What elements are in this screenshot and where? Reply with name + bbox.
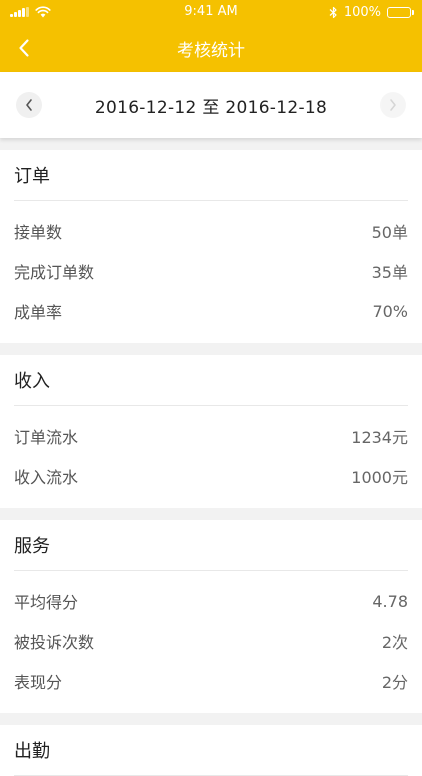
- income-section: 收入 订单流水 1234元 收入流水 1000元: [0, 355, 422, 508]
- stat-label: 表现分: [14, 673, 63, 692]
- stat-row: 平均得分 4.78: [14, 581, 408, 621]
- stat-value: 1234元: [351, 428, 408, 447]
- stat-value: 1000元: [351, 468, 408, 487]
- chevron-right-icon: [390, 99, 396, 111]
- stat-label: 订单流水: [14, 428, 79, 447]
- back-button[interactable]: [12, 36, 36, 60]
- previous-week-button[interactable]: [16, 92, 42, 118]
- stat-label: 完成订单数: [14, 263, 95, 282]
- navigation-bar: 考核统计: [0, 24, 422, 72]
- attendance-section: 出勤: [0, 725, 422, 776]
- stat-row: 完成订单数 35单: [14, 251, 408, 291]
- stat-value: 2次: [381, 633, 408, 652]
- stat-row: 成单率 70%: [14, 291, 408, 331]
- next-week-button[interactable]: [380, 92, 406, 118]
- stat-value: 50单: [371, 223, 408, 242]
- date-range-selector: 2016-12-12 至 2016-12-18: [0, 72, 422, 138]
- stat-label: 接单数: [14, 223, 63, 242]
- stat-label: 平均得分: [14, 593, 79, 612]
- chevron-left-icon: [19, 39, 29, 57]
- service-section: 服务 平均得分 4.78 被投诉次数 2次 表现分 2分: [0, 520, 422, 713]
- stat-value: 2分: [381, 673, 408, 692]
- stat-row: 被投诉次数 2次: [14, 621, 408, 661]
- section-title: 收入: [14, 355, 408, 406]
- page-title: 考核统计: [177, 40, 245, 61]
- chevron-left-icon: [26, 99, 32, 111]
- stat-row: 收入流水 1000元: [14, 456, 408, 496]
- stat-value: 70%: [372, 301, 408, 321]
- stat-label: 成单率: [14, 303, 63, 322]
- stat-row: 订单流水 1234元: [14, 416, 408, 456]
- stat-value: 4.78: [372, 591, 408, 611]
- stat-row: 接单数 50单: [14, 211, 408, 251]
- app-header: 100% 9:41 AM 考核统计: [0, 0, 422, 72]
- section-title: 服务: [14, 520, 408, 571]
- section-title: 出勤: [14, 725, 408, 776]
- stat-row: 表现分 2分: [14, 661, 408, 701]
- orders-section: 订单 接单数 50单 完成订单数 35单 成单率 70%: [0, 150, 422, 343]
- stat-label: 被投诉次数: [14, 633, 95, 652]
- status-time: 9:41 AM: [184, 4, 238, 19]
- section-title: 订单: [14, 150, 408, 201]
- date-range-text: 2016-12-12 至 2016-12-18: [94, 97, 328, 118]
- stat-value: 35单: [371, 263, 408, 282]
- stat-label: 收入流水: [14, 468, 79, 487]
